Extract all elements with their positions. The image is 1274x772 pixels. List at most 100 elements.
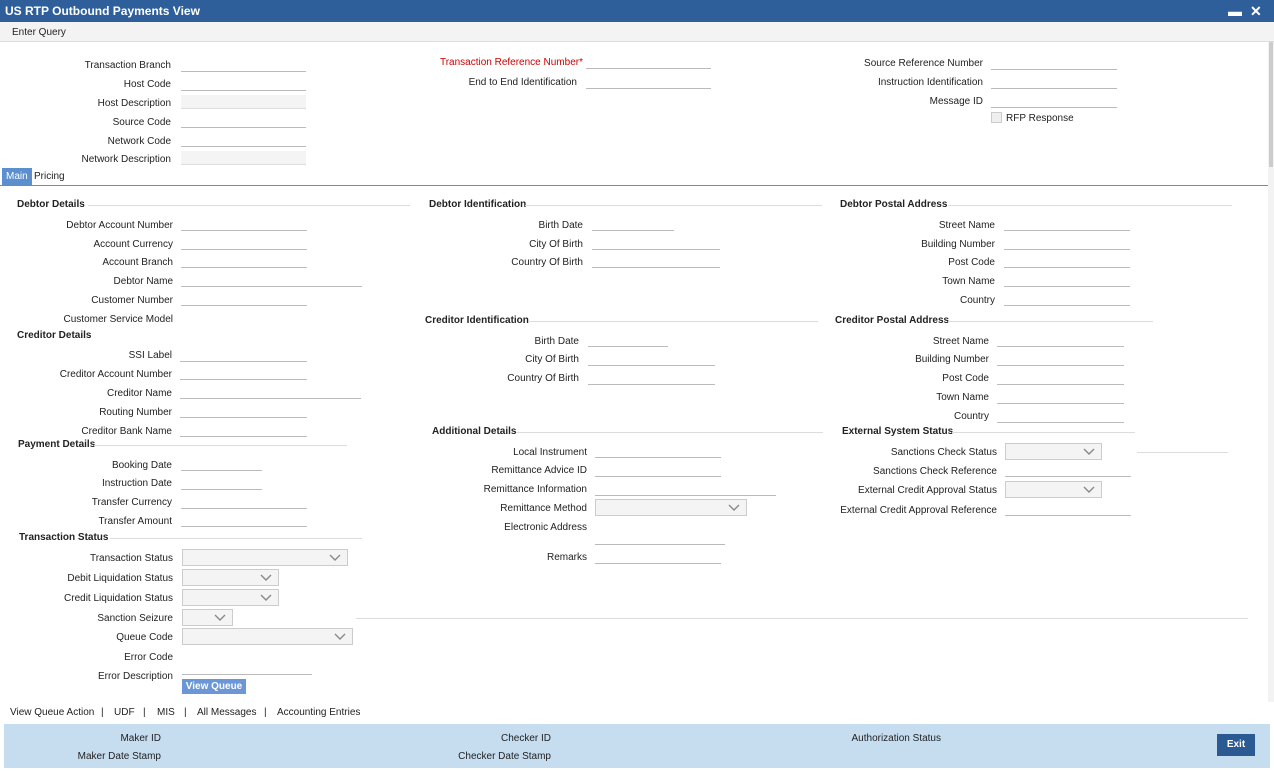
remittance-information-field[interactable] (595, 482, 776, 496)
maker-id-label: Maker ID (120, 733, 161, 744)
creditor-country-of-birth-field[interactable] (588, 371, 715, 385)
creditor-name-label: Creditor Name (106, 388, 172, 399)
link-separator: | (101, 707, 104, 718)
debtor-birth-date-field[interactable] (592, 217, 674, 231)
remittance-method-select[interactable] (595, 499, 747, 516)
close-icon[interactable]: ✕ (1250, 3, 1262, 20)
debtor-country-of-birth-field[interactable] (592, 254, 720, 268)
tab-main[interactable]: Main (2, 168, 32, 185)
routing-number-field[interactable] (180, 404, 307, 418)
debtor-city-of-birth-field[interactable] (592, 236, 720, 250)
source-ref-number-field[interactable] (991, 56, 1117, 70)
debtor-name-field[interactable] (181, 273, 362, 287)
txn-ref-number-label: Transaction Reference Number* (439, 57, 583, 68)
host-description-label: Host Description (97, 98, 171, 109)
debtor-account-number-field[interactable] (181, 217, 307, 231)
instruction-date-field[interactable] (181, 476, 262, 490)
creditor-building-number-label: Building Number (915, 354, 989, 365)
host-description-field (181, 95, 306, 109)
account-branch-field[interactable] (181, 254, 307, 268)
creditor-bank-name-field[interactable] (180, 423, 307, 437)
view-queue-button[interactable]: View Queue (182, 679, 246, 694)
booking-date-label: Booking Date (111, 460, 172, 471)
external-credit-approval-status-label: External Credit Approval Status (858, 485, 997, 496)
e2e-id-field[interactable] (586, 75, 711, 89)
account-currency-field[interactable] (181, 236, 307, 250)
accounting-entries-link[interactable]: Accounting Entries (277, 707, 360, 718)
chevron-down-icon (260, 594, 272, 601)
all-messages-link[interactable]: All Messages (197, 707, 256, 718)
source-ref-number-label: Source Reference Number (864, 58, 983, 69)
creditor-name-field[interactable] (180, 385, 361, 399)
creditor-country-field[interactable] (997, 409, 1124, 423)
rfp-response-checkbox[interactable] (991, 112, 1002, 123)
checker-date-stamp-label: Checker Date Stamp (458, 751, 551, 762)
debtor-post-code-field[interactable] (1004, 254, 1130, 268)
debtor-country-field[interactable] (1004, 292, 1130, 306)
sanctions-check-status-select[interactable] (1005, 443, 1102, 460)
debtor-country-of-birth-label: Country Of Birth (511, 257, 583, 268)
section-divider (516, 432, 823, 433)
network-code-field[interactable] (181, 133, 306, 147)
external-credit-approval-status-select[interactable] (1005, 481, 1102, 498)
ssi-label-label: SSI Label (128, 350, 172, 361)
external-credit-approval-reference-field[interactable] (1005, 502, 1131, 516)
chevron-down-icon (334, 633, 346, 640)
remarks-label: Remarks (546, 552, 587, 563)
local-instrument-field[interactable] (595, 444, 721, 458)
booking-date-field[interactable] (181, 457, 262, 471)
scrollbar-thumb[interactable] (1269, 42, 1273, 167)
tab-pricing[interactable]: Pricing (30, 168, 69, 185)
mis-link[interactable]: MIS (157, 707, 175, 718)
creditor-city-of-birth-field[interactable] (588, 352, 715, 366)
transfer-amount-field[interactable] (181, 513, 307, 527)
scrollbar[interactable] (1268, 42, 1274, 702)
creditor-post-code-field[interactable] (997, 371, 1124, 385)
creditor-city-of-birth-label: City Of Birth (525, 354, 579, 365)
audit-footer (4, 724, 1270, 768)
instruction-id-field[interactable] (991, 75, 1117, 89)
source-code-field[interactable] (181, 114, 306, 128)
error-description-field[interactable] (182, 661, 312, 675)
ssi-label-field[interactable] (180, 348, 307, 362)
electronic-address-field[interactable] (595, 531, 725, 545)
debtor-town-name-label: Town Name (942, 276, 995, 287)
creditor-account-number-field[interactable] (180, 366, 307, 380)
queue-code-select[interactable] (182, 628, 353, 645)
creditor-street-name-field[interactable] (997, 333, 1124, 347)
transfer-currency-field[interactable] (181, 495, 307, 509)
debtor-town-name-field[interactable] (1004, 273, 1130, 287)
section-divider (948, 205, 1232, 206)
chevron-down-icon (1083, 486, 1095, 493)
section-divider (952, 432, 1135, 433)
message-id-field[interactable] (991, 94, 1117, 108)
remittance-advice-id-field[interactable] (595, 463, 721, 477)
udf-link[interactable]: UDF (114, 707, 135, 718)
creditor-birth-date-field[interactable] (588, 333, 668, 347)
sanctions-check-reference-field[interactable] (1005, 463, 1131, 477)
debtor-city-of-birth-label: City Of Birth (529, 239, 583, 250)
debtor-building-number-field[interactable] (1004, 236, 1130, 250)
chevron-down-icon (1083, 448, 1095, 455)
creditor-building-number-field[interactable] (997, 352, 1124, 366)
host-code-field[interactable] (181, 77, 306, 91)
window-titlebar: US RTP Outbound Payments View ▬ ✕ (0, 0, 1274, 22)
sanction-seizure-select[interactable] (182, 609, 233, 626)
txn-ref-number-field[interactable] (586, 55, 711, 69)
debit-liquidation-status-select[interactable] (182, 569, 279, 586)
minimize-icon[interactable]: ▬ (1228, 3, 1242, 19)
customer-number-field[interactable] (181, 292, 307, 306)
enter-query-button[interactable]: Enter Query (12, 27, 66, 38)
transaction-branch-field[interactable] (181, 58, 306, 72)
section-divider (110, 538, 362, 539)
view-queue-action-link[interactable]: View Queue Action (10, 707, 94, 718)
remarks-field[interactable] (595, 550, 721, 564)
creditor-account-number-label: Creditor Account Number (59, 369, 172, 380)
credit-liquidation-status-select[interactable] (182, 589, 279, 606)
creditor-town-name-field[interactable] (997, 390, 1124, 404)
network-description-label: Network Description (81, 154, 171, 165)
debtor-street-name-field[interactable] (1004, 217, 1130, 231)
customer-number-label: Customer Number (91, 295, 173, 306)
exit-button[interactable]: Exit (1217, 734, 1255, 756)
transaction-status-select[interactable] (182, 549, 348, 566)
